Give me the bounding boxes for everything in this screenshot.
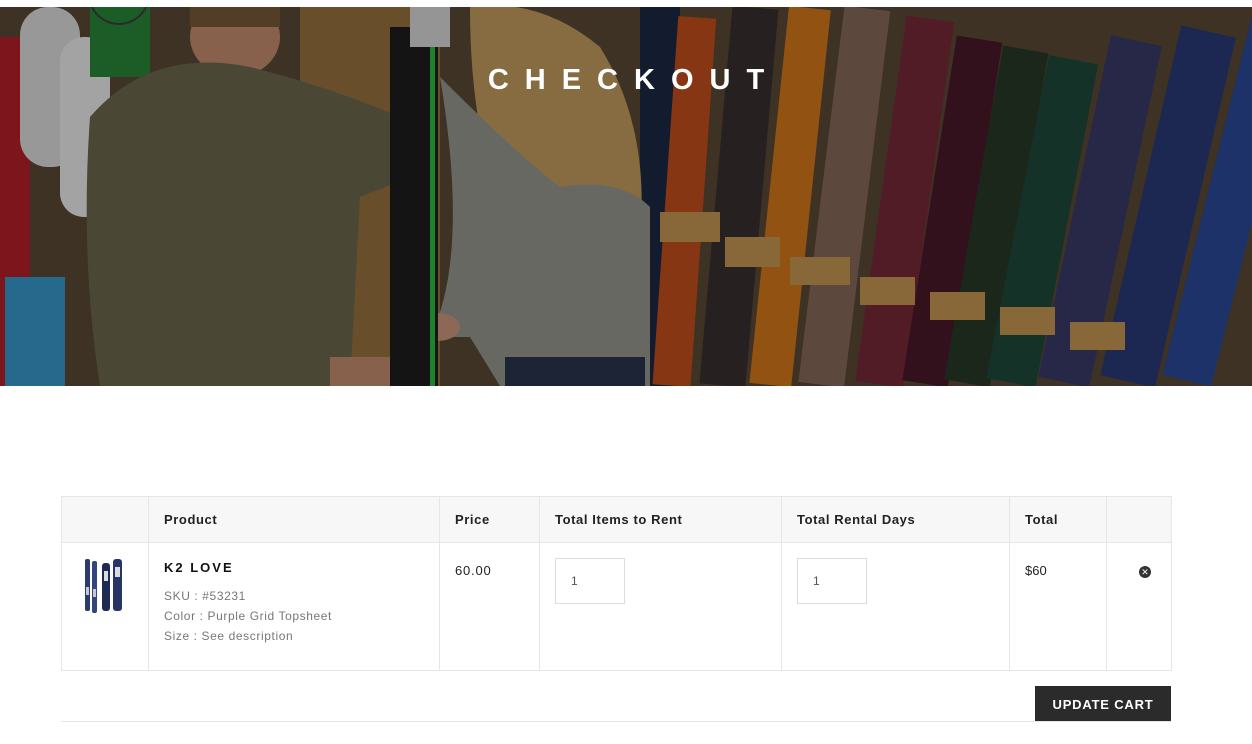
header-total: Total bbox=[1009, 496, 1107, 543]
product-thumbnail[interactable] bbox=[82, 557, 126, 615]
hero-banner: CHECKOUT bbox=[0, 7, 1252, 386]
table-row: K2 LOVE SKU : #53231 Color : Purple Grid… bbox=[61, 542, 1172, 671]
cart-header-row: Product Price Total Items to Rent Total … bbox=[61, 496, 1172, 543]
cart-table: Product Price Total Items to Rent Total … bbox=[61, 496, 1172, 671]
total-cell: $60 bbox=[1009, 542, 1107, 671]
header-image bbox=[61, 496, 149, 543]
remove-circle-x-icon[interactable]: ✕ bbox=[1139, 566, 1151, 578]
row-total: $60 bbox=[1025, 563, 1047, 578]
header-items-to-rent: Total Items to Rent bbox=[539, 496, 782, 543]
rental-days-cell bbox=[781, 542, 1010, 671]
header-remove bbox=[1106, 496, 1172, 543]
header-product: Product bbox=[148, 496, 440, 543]
top-bar bbox=[0, 0, 1252, 7]
remove-cell: ✕ bbox=[1106, 542, 1172, 671]
header-price: Price bbox=[439, 496, 540, 543]
header-rental-days: Total Rental Days bbox=[781, 496, 1010, 543]
divider bbox=[61, 721, 1171, 722]
rental-days-input[interactable] bbox=[797, 558, 867, 604]
product-price: 60.00 bbox=[455, 563, 492, 578]
update-cart-button[interactable]: UPDATE CART bbox=[1035, 686, 1171, 722]
product-color: Color : Purple Grid Topsheet bbox=[164, 609, 332, 623]
price-cell: 60.00 bbox=[439, 542, 540, 671]
items-to-rent-input[interactable] bbox=[555, 558, 625, 604]
product-thumbnail-cell bbox=[61, 542, 149, 671]
product-name[interactable]: K2 LOVE bbox=[164, 560, 424, 575]
items-to-rent-cell bbox=[539, 542, 782, 671]
product-size: Size : See description bbox=[164, 629, 294, 643]
product-info-cell: K2 LOVE SKU : #53231 Color : Purple Grid… bbox=[148, 542, 440, 671]
page-title: CHECKOUT bbox=[487, 64, 781, 96]
product-sku: SKU : #53231 bbox=[164, 589, 246, 603]
